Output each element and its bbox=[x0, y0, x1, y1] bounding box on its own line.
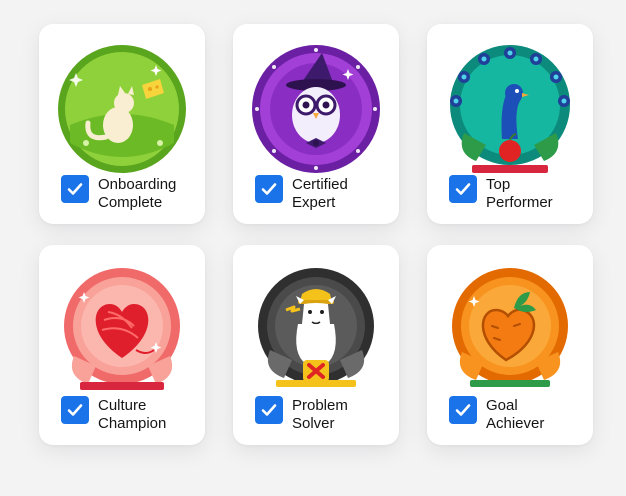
badge-card-onboarding-complete[interactable]: Onboarding Complete bbox=[39, 24, 205, 224]
badge-label: Culture Champion bbox=[98, 397, 202, 433]
llama-hardhat-badge-icon bbox=[250, 264, 382, 396]
checkmark-icon bbox=[67, 183, 83, 195]
badge-checkbox[interactable] bbox=[61, 396, 89, 424]
checkmark-icon bbox=[67, 404, 83, 416]
badge-label-line1: Culture bbox=[98, 397, 147, 414]
badge-checkbox[interactable] bbox=[255, 396, 283, 424]
owl-wizard-badge-icon bbox=[250, 43, 382, 175]
badge-label-line1: Onboarding bbox=[98, 176, 177, 193]
badge-label-line2: Achiever bbox=[486, 415, 545, 432]
badge-checkbox[interactable] bbox=[449, 396, 477, 424]
badge-label: Problem Solver bbox=[292, 397, 396, 433]
badge-card-goal-achiever[interactable]: Goal Achiever bbox=[427, 245, 593, 445]
checkmark-icon bbox=[261, 404, 277, 416]
badge-label-line2: Solver bbox=[292, 415, 335, 432]
badge-card-problem-solver[interactable]: Problem Solver bbox=[233, 245, 399, 445]
badge-label: Certified Expert bbox=[292, 176, 396, 212]
badge-label-line1: Goal bbox=[486, 397, 518, 414]
badge-checkbox[interactable] bbox=[255, 175, 283, 203]
badge-label: Top Performer bbox=[486, 176, 590, 212]
badge-label-line2: Performer bbox=[486, 194, 553, 211]
badge-checkbox[interactable] bbox=[449, 175, 477, 203]
badge-card-certified-expert[interactable]: Certified Expert bbox=[233, 24, 399, 224]
badge-label-line1: Certified bbox=[292, 176, 348, 193]
badge-label-line2: Expert bbox=[292, 194, 336, 211]
badge-card-top-performer[interactable]: Top Performer bbox=[427, 24, 593, 224]
yarn-heart-badge-icon bbox=[56, 264, 188, 396]
peacock-apple-badge-icon bbox=[444, 43, 576, 175]
badge-label: Onboarding Complete bbox=[98, 176, 202, 212]
badge-label-line2: Champion bbox=[98, 415, 167, 432]
checkmark-icon bbox=[455, 404, 471, 416]
checkmark-icon bbox=[455, 183, 471, 195]
checkmark-icon bbox=[261, 183, 277, 195]
badge-label: Goal Achiever bbox=[486, 397, 590, 433]
badge-label-line2: Complete bbox=[98, 194, 163, 211]
carrot-heart-badge-icon bbox=[444, 264, 576, 396]
badge-label-line1: Top bbox=[486, 176, 511, 193]
cat-cheese-badge-icon bbox=[56, 43, 188, 175]
badge-card-culture-champion[interactable]: Culture Champion bbox=[39, 245, 205, 445]
badge-checkbox[interactable] bbox=[61, 175, 89, 203]
badge-label-line1: Problem bbox=[292, 397, 348, 414]
